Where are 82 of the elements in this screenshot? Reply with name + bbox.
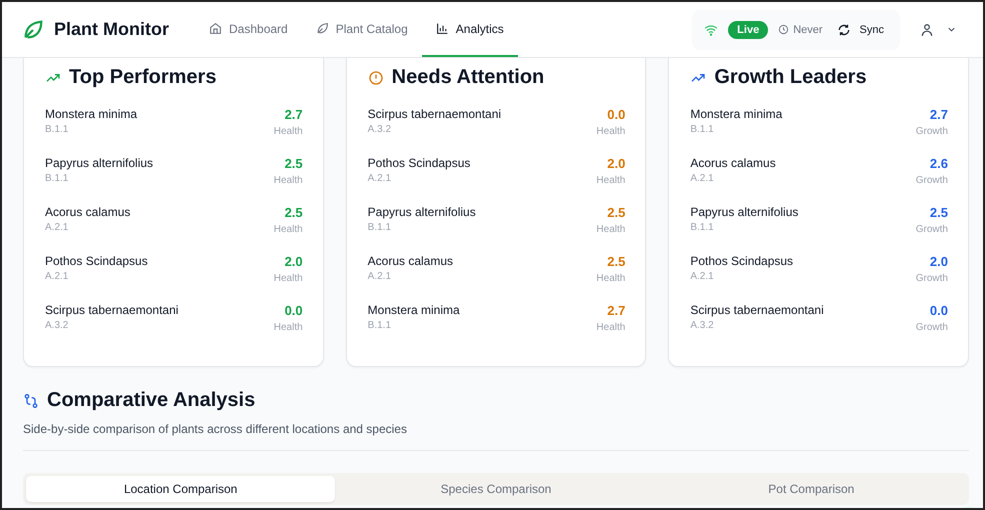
- sync-button[interactable]: Sync: [832, 22, 888, 36]
- plant-name: Scirpus tabernaemontani: [45, 303, 178, 317]
- plant-name: Pothos Scindapsus: [45, 254, 148, 268]
- metric-label: Health: [596, 126, 626, 137]
- plant-name: Scirpus tabernaemontani: [690, 303, 824, 317]
- score-value: 2.7: [284, 107, 303, 122]
- metric-label: Growth: [916, 273, 948, 284]
- location-code: A.3.2: [368, 124, 392, 135]
- score-value: 0.0: [930, 303, 948, 318]
- location-code: B.1.1: [368, 320, 392, 331]
- nav-tab[interactable]: Dashboard: [195, 2, 302, 57]
- app-title: Plant Monitor: [54, 19, 169, 40]
- comparison-tab[interactable]: Pot Comparison: [656, 476, 966, 502]
- plant-name: Monstera minima: [690, 107, 782, 121]
- plant-name: Scirpus tabernaemontani: [368, 107, 502, 121]
- plant-name: Acorus calamus: [690, 156, 776, 170]
- card-title: Top Performers: [69, 66, 216, 89]
- metric-label: Health: [274, 224, 303, 235]
- metric-label: Health: [596, 175, 626, 186]
- git-compare-icon: [23, 392, 39, 408]
- plant-name: Pothos Scindapsus: [690, 254, 794, 268]
- score-value: 2.5: [607, 254, 626, 269]
- metric-label: Health: [274, 175, 303, 186]
- location-code: B.1.1: [368, 222, 392, 233]
- user-icon[interactable]: [920, 22, 934, 36]
- section-subtitle: Side-by-side comparison of plants across different locations and species: [23, 422, 408, 436]
- score-value: 0.0: [284, 303, 303, 318]
- location-code: A.3.2: [690, 320, 714, 331]
- metric-label: Health: [274, 322, 303, 333]
- card-title: Needs Attention: [392, 66, 544, 89]
- section-title: Comparative Analysis: [47, 389, 256, 412]
- plant-name: Pothos Scindapsus: [368, 156, 470, 170]
- last-sync-text: Never: [793, 24, 823, 36]
- plant-name: Acorus calamus: [368, 254, 454, 268]
- metric-label: Health: [274, 273, 303, 284]
- location-code: A.3.2: [45, 320, 68, 331]
- card-title: Growth Leaders: [714, 66, 867, 89]
- location-code: B.1.1: [45, 124, 68, 135]
- leaf-logo-icon: [22, 18, 44, 40]
- metric-label: Health: [596, 322, 626, 333]
- plant-name: Papyrus alternifolius: [690, 205, 798, 219]
- score-value: 2.7: [930, 107, 948, 122]
- plant-name: Papyrus alternifolius: [368, 205, 476, 219]
- metric-label: Health: [274, 126, 303, 137]
- metric-label: Growth: [916, 322, 948, 333]
- score-value: 2.0: [284, 254, 303, 269]
- metric-label: Health: [596, 224, 626, 235]
- location-code: A.2.1: [368, 271, 392, 282]
- score-value: 2.6: [930, 156, 948, 171]
- score-value: 2.7: [607, 303, 626, 318]
- nav-tab[interactable]: Plant Catalog: [302, 2, 422, 57]
- plant-name: Monstera minima: [368, 303, 460, 317]
- metric-label: Growth: [916, 224, 948, 235]
- metric-label: Growth: [916, 126, 948, 137]
- leaf-icon: [316, 22, 329, 35]
- location-code: B.1.1: [45, 173, 68, 184]
- score-value: 0.0: [607, 107, 626, 122]
- location-code: B.1.1: [690, 222, 714, 233]
- live-badge: Live: [728, 20, 768, 38]
- metric-label: Health: [596, 273, 626, 284]
- plant-name: Papyrus alternifolius: [45, 156, 154, 170]
- comparison-tab[interactable]: Species Comparison: [341, 476, 651, 502]
- refresh-icon: [836, 22, 851, 36]
- location-code: A.2.1: [690, 271, 714, 282]
- location-code: A.2.1: [368, 173, 392, 184]
- clock-icon: [778, 24, 790, 35]
- score-value: 2.5: [607, 205, 626, 220]
- comparison-tab[interactable]: Location Comparison: [26, 476, 336, 502]
- home-icon: [209, 22, 222, 35]
- score-value: 2.5: [284, 205, 303, 220]
- location-code: A.2.1: [690, 173, 714, 184]
- bar-chart-icon: [436, 22, 449, 35]
- location-code: B.1.1: [690, 124, 714, 135]
- score-value: 2.5: [284, 156, 303, 171]
- score-value: 2.0: [607, 156, 626, 171]
- score-value: 2.5: [930, 205, 948, 220]
- plant-name: Monstera minima: [45, 107, 138, 121]
- score-value: 2.0: [930, 254, 948, 269]
- metric-label: Growth: [916, 175, 948, 186]
- location-code: A.2.1: [45, 222, 68, 233]
- location-code: A.2.1: [45, 271, 68, 282]
- plant-name: Acorus calamus: [45, 205, 130, 219]
